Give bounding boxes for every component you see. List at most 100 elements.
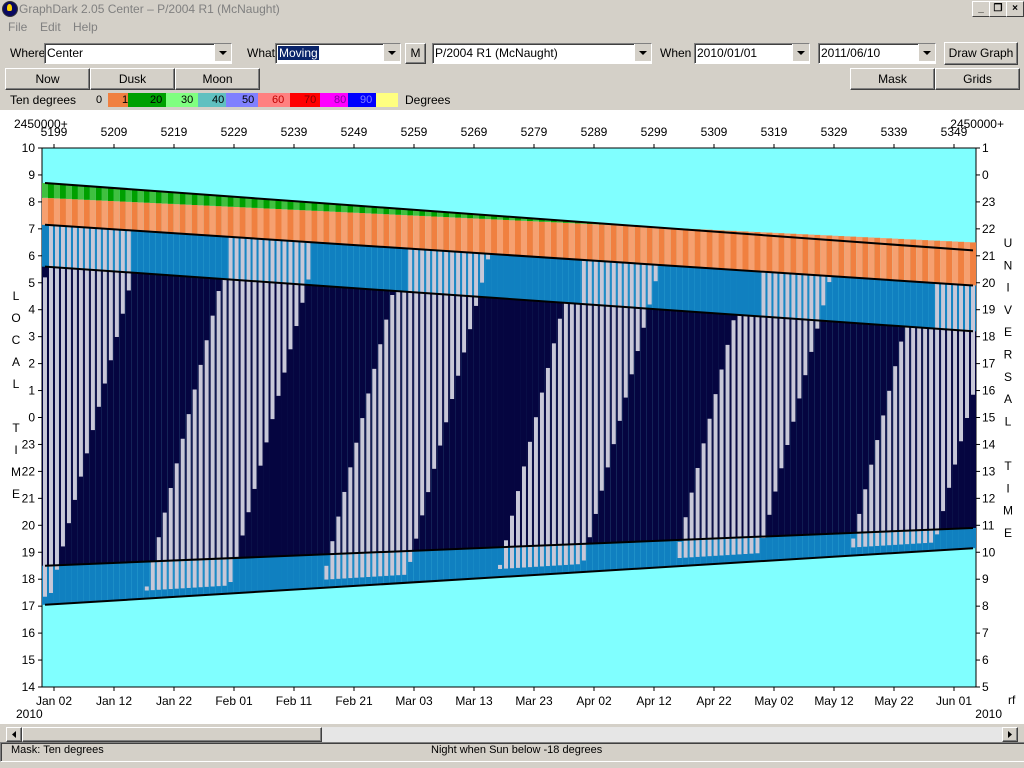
object-altitude-10deg: [377, 213, 384, 247]
moonlight-bar: [677, 541, 682, 559]
object-altitude-10deg: [449, 217, 456, 252]
close-button[interactable]: ×: [1006, 1, 1024, 17]
bottom-right-mark: rf: [1008, 693, 1016, 707]
morning-twilight-band: [353, 245, 360, 289]
moonlight-bar: [791, 273, 796, 422]
menu-file[interactable]: File: [8, 20, 27, 34]
mask-button[interactable]: Mask: [850, 68, 935, 90]
evening-twilight-band: [604, 542, 611, 571]
y-left-title-letter: A: [12, 355, 20, 369]
moonlight-bar: [857, 513, 862, 548]
object-altitude-10deg: [772, 232, 779, 273]
chevron-down-icon[interactable]: [792, 44, 809, 61]
evening-twilight-band: [95, 563, 102, 602]
evening-twilight-band: [610, 542, 617, 571]
object-altitude-10deg: [77, 199, 84, 228]
object-altitude-10deg: [137, 202, 144, 232]
moonlight-bar: [809, 274, 814, 352]
m-button[interactable]: M: [405, 43, 426, 64]
object-altitude-20deg: [125, 189, 132, 202]
jd-tick-label: 5299: [641, 125, 668, 139]
morning-twilight-band: [209, 235, 216, 279]
y-left-tick-label: 1: [28, 384, 35, 398]
object-altitude-10deg: [670, 227, 677, 266]
scrollbar-thumb[interactable]: [22, 727, 322, 742]
when-to-select[interactable]: 2011/06/10: [818, 43, 936, 64]
moonlight-bar: [557, 318, 562, 566]
object-altitude-10deg: [347, 212, 354, 245]
y-right-title-letter: N: [1004, 258, 1013, 272]
moonlight-bar: [749, 315, 754, 554]
evening-twilight-band: [616, 542, 623, 570]
window-title: GraphDark 2.05 Center – P/2004 R1 (McNau…: [19, 2, 280, 16]
morning-twilight-band: [143, 231, 150, 274]
evening-twilight-band: [299, 555, 306, 590]
now-button[interactable]: Now: [5, 68, 90, 90]
evening-twilight-band: [826, 533, 833, 557]
object-altitude-20deg: [185, 193, 192, 205]
horizontal-scrollbar[interactable]: [6, 727, 1018, 742]
object-altitude-20deg: [251, 198, 258, 208]
y-left-title-letter: E: [12, 487, 20, 501]
evening-twilight-band: [640, 541, 647, 569]
menu-edit[interactable]: Edit: [40, 20, 61, 34]
object-select[interactable]: P/2004 R1 (McNaught): [432, 43, 652, 64]
moonlight-bar: [108, 229, 113, 361]
evening-twilight-band: [275, 556, 282, 591]
moonlight-bar: [971, 285, 975, 395]
menu-help[interactable]: Help: [73, 20, 98, 34]
moonlight-bar: [923, 327, 928, 544]
evening-twilight-band: [431, 549, 438, 582]
moonlight-bar: [43, 277, 47, 597]
scroll-left-icon[interactable]: [6, 727, 22, 742]
morning-twilight-band: [185, 234, 192, 277]
where-select[interactable]: Center: [44, 43, 232, 64]
x-tick-label: Feb 11: [276, 694, 313, 708]
minimize-button[interactable]: _: [972, 1, 990, 17]
moonlight-bar: [276, 240, 281, 396]
object-altitude-10deg: [694, 229, 701, 268]
dark-night-band: [838, 322, 845, 534]
object-altitude-20deg: [161, 191, 168, 204]
moonlight-bar: [114, 229, 119, 337]
object-altitude-20deg: [281, 200, 288, 210]
x-tick-label: Feb 21: [335, 694, 373, 708]
restore-button[interactable]: ❐: [989, 1, 1007, 17]
object-altitude-10deg: [796, 234, 803, 275]
morning-twilight-band: [928, 282, 935, 329]
chevron-down-icon[interactable]: [383, 44, 400, 61]
scroll-right-icon[interactable]: [1002, 727, 1018, 742]
moonlight-bar: [953, 284, 958, 465]
morning-twilight-band: [179, 233, 186, 277]
object-altitude-10deg: [167, 203, 174, 234]
morning-twilight-band: [850, 277, 857, 323]
morning-twilight-band: [856, 278, 863, 324]
object-altitude-10deg: [353, 212, 360, 246]
moonlight-bar: [186, 414, 191, 588]
object-altitude-10deg: [89, 200, 96, 228]
moonlight-bar: [647, 264, 652, 305]
chevron-down-icon[interactable]: [214, 44, 231, 61]
x-tick-label: Mar 23: [515, 694, 553, 708]
object-altitude-10deg: [53, 198, 60, 226]
moon-button[interactable]: Moon: [175, 68, 260, 90]
object-altitude-10deg: [712, 230, 719, 269]
dark-night-band: [503, 298, 509, 547]
draw-graph-button[interactable]: Draw Graph: [944, 42, 1018, 65]
moonlight-bar: [911, 327, 916, 544]
chevron-down-icon[interactable]: [918, 44, 935, 61]
what-select[interactable]: Moving: [275, 43, 401, 64]
morning-twilight-band: [514, 255, 521, 300]
when-from-select[interactable]: 2010/01/01: [694, 43, 810, 64]
evening-twilight-band: [634, 541, 641, 569]
grids-button[interactable]: Grids: [935, 68, 1020, 90]
object-altitude-20deg: [323, 203, 330, 212]
y-left-tick-label: 14: [22, 680, 36, 694]
chart-area: 10 9 8 7 6 5 4 3 2 1 0 23 22 21 20 19 18 17 16 15 14 1 0 23 22 21…: [0, 110, 1024, 724]
legend-swatch-80: 80: [320, 93, 348, 107]
morning-twilight-band: [526, 256, 533, 301]
chevron-down-icon[interactable]: [634, 44, 651, 61]
morning-twilight-band: [491, 254, 498, 298]
y-left-title-letter: M: [11, 465, 21, 479]
dusk-button[interactable]: Dusk: [90, 68, 175, 90]
